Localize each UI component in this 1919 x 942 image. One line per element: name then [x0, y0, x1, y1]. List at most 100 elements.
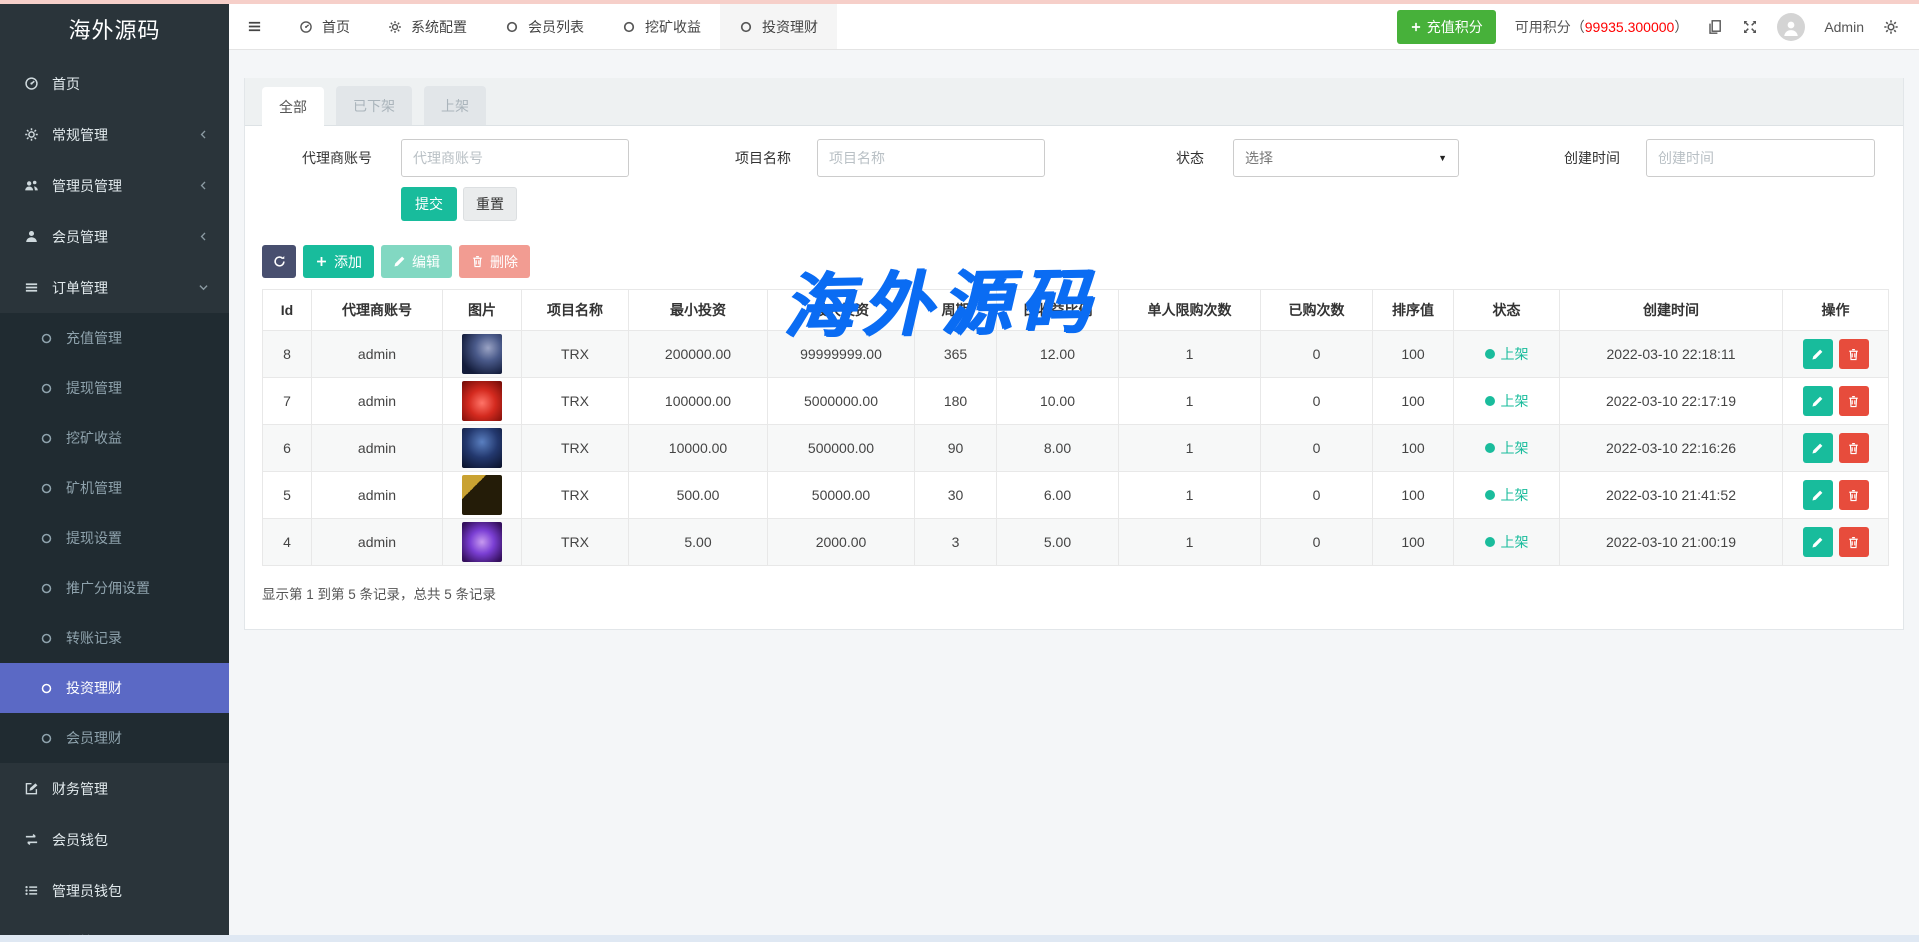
- chevron-left-icon: [198, 129, 209, 140]
- sidebar-item[interactable]: 管理员管理: [0, 160, 229, 211]
- sidebar-item[interactable]: 充值管理: [0, 313, 229, 363]
- dash-icon: [299, 20, 313, 34]
- delete-button[interactable]: 删除: [459, 245, 530, 278]
- projects-table: Id代理商账号图片项目名称最小投资最大投资周期日收益比例单人限购次数已购次数排序…: [262, 289, 1889, 566]
- bars-icon: [24, 280, 39, 295]
- status-badge: 上架: [1485, 391, 1529, 411]
- avatar[interactable]: [1777, 13, 1805, 41]
- recharge-button-label: 充值积分: [1427, 17, 1483, 37]
- column-header: 项目名称: [522, 290, 629, 331]
- row-edit-button[interactable]: [1803, 339, 1833, 369]
- refresh-button[interactable]: [262, 245, 296, 278]
- topbar-tab[interactable]: 会员列表: [486, 4, 603, 49]
- table-row[interactable]: 7adminTRX100000.005000000.0018010.001010…: [263, 378, 1889, 425]
- row-delete-button[interactable]: [1839, 433, 1869, 463]
- table-row[interactable]: 4adminTRX5.002000.0035.0010100上架2022-03-…: [263, 519, 1889, 566]
- created-label: 创建时间: [1564, 139, 1620, 177]
- sidebar-item[interactable]: 挖矿收益: [0, 413, 229, 463]
- sidebar-item[interactable]: 提现设置: [0, 513, 229, 563]
- tab-offline[interactable]: 已下架: [336, 86, 412, 125]
- sidebar-item[interactable]: 财务管理: [0, 763, 229, 814]
- created-input[interactable]: [1646, 139, 1875, 177]
- users-icon: [24, 178, 39, 193]
- row-edit-button[interactable]: [1803, 480, 1833, 510]
- topbar-tab[interactable]: 投资理财: [720, 4, 837, 49]
- filter-form: 代理商账号 项目名称 状态 选择 ▼ 创建时间 提交 重置: [245, 126, 1903, 245]
- status-dot-icon: [1485, 490, 1495, 500]
- project-thumbnail: [462, 334, 502, 374]
- table-row[interactable]: 5adminTRX500.0050000.00306.0010100上架2022…: [263, 472, 1889, 519]
- sidebar-item[interactable]: 会员钱包: [0, 814, 229, 865]
- sidebar-item[interactable]: 提现管理: [0, 363, 229, 413]
- pencil-icon: [1811, 442, 1824, 455]
- table-row[interactable]: 8adminTRX200000.0099999999.0036512.00101…: [263, 331, 1889, 378]
- top-accent-strip: [0, 0, 1919, 4]
- sidebar-item[interactable]: 首页: [0, 58, 229, 109]
- status-dot-icon: [1485, 349, 1495, 359]
- row-delete-button[interactable]: [1839, 527, 1869, 557]
- submit-button[interactable]: 提交: [401, 187, 457, 221]
- sidebar-item[interactable]: 会员理财: [0, 713, 229, 763]
- exch-icon: [24, 832, 39, 847]
- column-header: 创建时间: [1560, 290, 1783, 331]
- column-header: 周期: [915, 290, 997, 331]
- pencil-icon: [1811, 348, 1824, 361]
- row-delete-button[interactable]: [1839, 386, 1869, 416]
- project-input[interactable]: [817, 139, 1045, 177]
- gear-icon: [24, 127, 39, 142]
- row-edit-button[interactable]: [1803, 386, 1833, 416]
- topbar-tab[interactable]: 系统配置: [369, 4, 486, 49]
- tab-online[interactable]: 上架: [424, 86, 486, 125]
- agent-input[interactable]: [401, 139, 629, 177]
- table-toolbar: 添加 编辑 删除: [245, 245, 1903, 278]
- project-label: 项目名称: [735, 139, 791, 177]
- topbar-tab[interactable]: 挖矿收益: [603, 4, 720, 49]
- fullscreen-icon[interactable]: [1742, 19, 1758, 35]
- sidebar-toggle-button[interactable]: [229, 4, 280, 49]
- pencil-icon: [1811, 536, 1824, 549]
- trash-icon: [471, 255, 484, 268]
- circ-icon: [40, 682, 53, 695]
- status-label: 状态: [1176, 139, 1204, 177]
- table-row[interactable]: 6adminTRX10000.00500000.00908.0010100上架2…: [263, 425, 1889, 472]
- sidebar-item[interactable]: 推广分佣设置: [0, 563, 229, 613]
- reset-button[interactable]: 重置: [463, 187, 517, 221]
- row-edit-button[interactable]: [1803, 527, 1833, 557]
- column-header: 操作: [1783, 290, 1889, 331]
- circ-icon: [40, 332, 53, 345]
- circ-icon: [40, 432, 53, 445]
- column-header: 单人限购次数: [1119, 290, 1261, 331]
- sidebar-item[interactable]: 会员管理: [0, 211, 229, 262]
- tab-all[interactable]: 全部: [262, 87, 324, 126]
- column-header: 排序值: [1373, 290, 1454, 331]
- settings-gears-icon[interactable]: [1883, 19, 1899, 35]
- sidebar-item[interactable]: 管理员钱包: [0, 865, 229, 916]
- status-select[interactable]: 选择 ▼: [1233, 139, 1459, 177]
- docs-copy-icon[interactable]: [1707, 19, 1723, 35]
- status-badge: 上架: [1485, 532, 1529, 552]
- sidebar-item[interactable]: 订单管理: [0, 262, 229, 313]
- project-thumbnail: [462, 522, 502, 562]
- chevron-down-icon: [198, 282, 209, 293]
- row-delete-button[interactable]: [1839, 339, 1869, 369]
- sidebar-item[interactable]: 转账记录: [0, 613, 229, 663]
- status-select-value: 选择: [1245, 148, 1273, 168]
- editsq-icon: [24, 781, 39, 796]
- points-value: 99935.300000: [1585, 19, 1675, 35]
- add-button[interactable]: 添加: [303, 245, 374, 278]
- sidebar: 海外源码 首页常规管理管理员管理会员管理订单管理充值管理提现管理挖矿收益矿机管理…: [0, 0, 229, 942]
- row-delete-button[interactable]: [1839, 480, 1869, 510]
- circ-icon: [40, 482, 53, 495]
- sidebar-item[interactable]: 矿机管理: [0, 463, 229, 513]
- sidebar-item[interactable]: 常规管理: [0, 109, 229, 160]
- row-edit-button[interactable]: [1803, 433, 1833, 463]
- edit-button[interactable]: 编辑: [381, 245, 452, 278]
- recharge-points-button[interactable]: 充值积分: [1397, 10, 1496, 44]
- sidebar-item[interactable]: 投资理财: [0, 663, 229, 713]
- circ-icon: [40, 532, 53, 545]
- circ-icon: [505, 20, 519, 34]
- column-header: 已购次数: [1261, 290, 1373, 331]
- chevron-left-icon: [198, 231, 209, 242]
- topbar-tab[interactable]: 首页: [280, 4, 369, 49]
- pencil-icon: [393, 255, 406, 268]
